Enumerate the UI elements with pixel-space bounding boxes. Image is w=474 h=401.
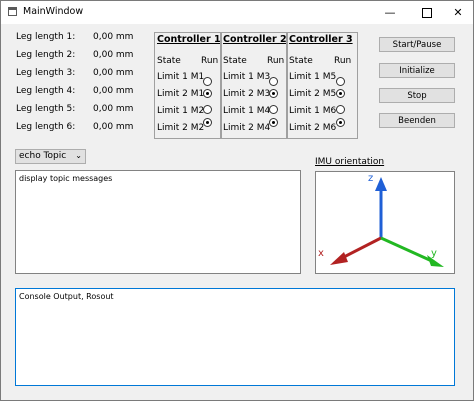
limit-2-m3-label: Limit 2 M3 <box>223 89 271 99</box>
title-bar[interactable]: MainWindow — ✕ <box>1 1 473 24</box>
limit-2-m4-radio[interactable] <box>269 118 278 127</box>
limit-1-m3-label: Limit 1 M3 <box>223 72 271 82</box>
leg-length-4-value: 0,00 mm <box>93 86 134 96</box>
beenden-button[interactable]: Beenden <box>379 113 455 128</box>
imu-axes-icon: z x y <box>318 173 444 267</box>
limit-2-m1-label: Limit 2 M1 <box>157 89 205 99</box>
limit-1-m4-radio[interactable] <box>269 105 278 114</box>
maximize-icon <box>422 8 432 18</box>
leg-length-5-label: Leg length 5: <box>16 104 76 114</box>
controller-1-title: Controller 1 <box>157 34 221 45</box>
imu-z-label: z <box>368 173 373 184</box>
leg-length-1-value: 0,00 mm <box>93 32 134 42</box>
limit-1-m4-label: Limit 1 M4 <box>223 106 271 116</box>
controller-3-run-label: Run <box>334 56 352 66</box>
minimize-button[interactable]: — <box>373 1 407 24</box>
leg-length-1-label: Leg length 1: <box>16 32 76 42</box>
controller-2-run-label: Run <box>267 56 285 66</box>
leg-length-4-label: Leg length 4: <box>16 86 76 96</box>
leg-length-2-value: 0,00 mm <box>93 50 134 60</box>
limit-1-m3-radio[interactable] <box>269 77 278 86</box>
start-pause-button[interactable]: Start/Pause <box>379 37 455 52</box>
limit-1-m2-radio[interactable] <box>203 105 212 114</box>
controller-3-title: Controller 3 <box>289 34 353 45</box>
echo-topic-combobox[interactable]: echo Topic ⌄ <box>15 149 86 164</box>
limit-2-m2-radio[interactable] <box>203 118 212 127</box>
imu-orientation-label: IMU orientation <box>315 157 385 167</box>
window-icon <box>8 7 17 16</box>
limit-2-m4-label: Limit 2 M4 <box>223 123 271 133</box>
limit-2-m3-radio[interactable] <box>269 89 278 98</box>
window-title: MainWindow <box>23 6 84 17</box>
leg-length-5-value: 0,00 mm <box>93 104 134 114</box>
main-window: MainWindow — ✕ Leg length 1: 0,00 mm Leg… <box>0 0 474 401</box>
imu-x-label: x <box>318 248 324 259</box>
console-output-text: Console Output, Rosout <box>19 292 114 301</box>
limit-2-m1-radio[interactable] <box>203 89 212 98</box>
controller-2-title: Controller 2 <box>223 34 287 45</box>
controller-1-state-label: State <box>157 56 181 66</box>
close-button[interactable]: ✕ <box>441 1 473 24</box>
leg-length-2-label: Leg length 2: <box>16 50 76 60</box>
imu-x-arrowhead <box>330 252 348 265</box>
initialize-button[interactable]: Initialize <box>379 63 455 78</box>
limit-1-m1-radio[interactable] <box>203 77 212 86</box>
echo-topic-combobox-value: echo Topic <box>19 151 67 161</box>
limit-1-m6-label: Limit 1 M6 <box>289 106 337 116</box>
limit-2-m6-radio[interactable] <box>336 118 345 127</box>
limit-2-m2-label: Limit 2 M2 <box>157 123 205 133</box>
console-output-textbox[interactable]: Console Output, Rosout <box>15 288 455 386</box>
limit-1-m2-label: Limit 1 M2 <box>157 106 205 116</box>
limit-1-m1-label: Limit 1 M1 <box>157 72 205 82</box>
maximize-button[interactable] <box>410 1 444 24</box>
limit-1-m5-radio[interactable] <box>336 77 345 86</box>
leg-length-3-value: 0,00 mm <box>93 68 134 78</box>
controller-1-run-label: Run <box>201 56 219 66</box>
leg-length-6-value: 0,00 mm <box>93 122 134 132</box>
limit-1-m6-radio[interactable] <box>336 105 345 114</box>
imu-orientation-view: z x y <box>315 171 455 274</box>
controller-3-state-label: State <box>289 56 313 66</box>
limit-2-m5-radio[interactable] <box>336 89 345 98</box>
imu-y-axis <box>380 236 435 264</box>
limit-2-m6-label: Limit 2 M6 <box>289 123 337 133</box>
limit-1-m5-label: Limit 1 M5 <box>289 72 337 82</box>
topic-messages-text: display topic messages <box>19 174 113 183</box>
topic-messages-textbox[interactable]: display topic messages <box>15 170 301 274</box>
imu-z-arrowhead <box>375 177 387 191</box>
limit-2-m5-label: Limit 2 M5 <box>289 89 337 99</box>
leg-length-3-label: Leg length 3: <box>16 68 76 78</box>
controller-2-state-label: State <box>223 56 247 66</box>
chevron-down-icon: ⌄ <box>75 151 82 160</box>
stop-button[interactable]: Stop <box>379 88 455 103</box>
imu-y-label: y <box>431 248 437 259</box>
leg-length-6-label: Leg length 6: <box>16 122 76 132</box>
